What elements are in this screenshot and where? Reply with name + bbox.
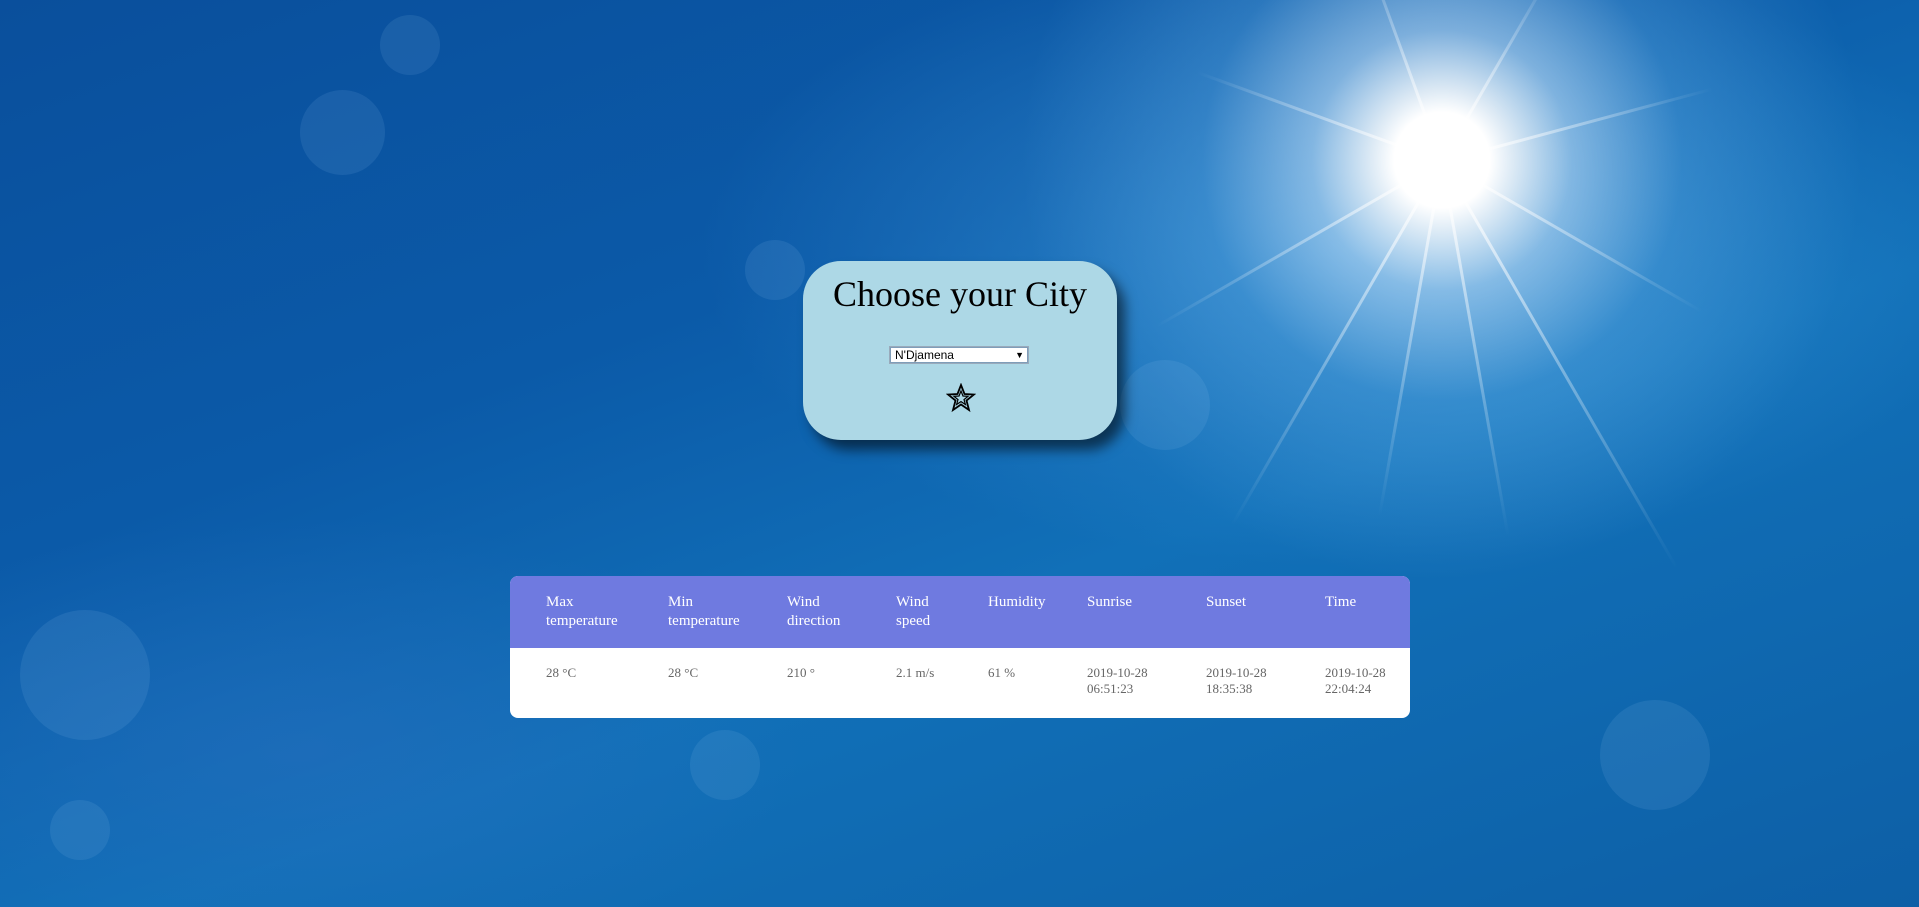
bokeh-light <box>1600 700 1710 810</box>
sun-ray <box>1440 161 1510 536</box>
header-label: Min temperature <box>668 594 740 629</box>
cell-value: 210 ° <box>787 665 815 680</box>
table-row: 28 °C 28 °C 210 ° 2.1 m/s 61 % 2019-10-2… <box>510 648 1410 718</box>
page-title: Choose your City <box>832 274 1087 314</box>
star-icon[interactable] <box>946 383 976 413</box>
cell-value: 28 °C <box>668 665 699 680</box>
cell-time: 2019-10-28 22:04:24 <box>1325 648 1410 718</box>
sun-ray <box>1230 160 1444 526</box>
header-sunrise: Sunrise <box>1087 576 1206 648</box>
city-select-value: N'Djamena <box>895 348 954 362</box>
cell-humidity: 61 % <box>988 648 1087 718</box>
sun-ray <box>1197 71 1443 163</box>
header-time: Time <box>1325 576 1410 648</box>
header-max-temperature: Max temperature <box>510 576 668 648</box>
cell-value: 28 °C <box>546 665 577 680</box>
sun-ray <box>1441 87 1713 163</box>
header-label: Sunrise <box>1087 594 1132 610</box>
bokeh-light <box>1120 360 1210 450</box>
header-label: Wind speed <box>896 594 931 629</box>
bokeh-light <box>300 90 385 175</box>
sun-ray <box>1358 0 1444 163</box>
bokeh-light <box>50 800 110 860</box>
city-chooser-card: Choose your City N'Djamena ▼ <box>803 261 1117 440</box>
triangle-down-icon: ▼ <box>1015 350 1024 360</box>
city-select[interactable]: N'Djamena ▼ <box>889 346 1029 364</box>
bokeh-light <box>690 730 760 800</box>
cell-value: 61 % <box>988 665 1016 680</box>
sun-ray <box>1378 161 1444 517</box>
cell-max-temperature: 28 °C <box>510 648 668 718</box>
bokeh-light <box>380 15 440 75</box>
cell-wind-direction: 210 ° <box>787 648 896 718</box>
cell-value: 2.1 m/s <box>896 665 935 680</box>
cell-wind-speed: 2.1 m/s <box>896 648 988 718</box>
cell-sunset: 2019-10-28 18:35:38 <box>1206 648 1325 718</box>
cell-value: 2019-10-28 22:04:24 <box>1325 665 1386 696</box>
table-header-row: Max temperature Min temperature Wind dir… <box>510 576 1410 648</box>
header-label: Sunset <box>1206 594 1247 610</box>
header-label: Wind direction <box>787 594 841 629</box>
weather-table: Max temperature Min temperature Wind dir… <box>510 576 1410 718</box>
sun-ray <box>1441 160 1703 313</box>
cell-value: 2019-10-28 18:35:38 <box>1206 665 1267 696</box>
cell-sunrise: 2019-10-28 06:51:23 <box>1087 648 1206 718</box>
header-label: Humidity <box>988 594 1046 610</box>
sun-ray <box>1440 160 1679 570</box>
header-humidity: Humidity <box>988 576 1087 648</box>
header-label: Time <box>1325 594 1357 610</box>
header-wind-direction: Wind direction <box>787 576 896 648</box>
header-sunset: Sunset <box>1206 576 1325 648</box>
sun-ray <box>1440 0 1554 163</box>
bokeh-light <box>745 240 805 300</box>
cell-min-temperature: 28 °C <box>668 648 787 718</box>
header-wind-speed: Wind speed <box>896 576 988 648</box>
header-min-temperature: Min temperature <box>668 576 787 648</box>
header-label: Max temperature <box>546 594 618 629</box>
sun-ray <box>1155 160 1443 328</box>
weather-table-card: Max temperature Min temperature Wind dir… <box>510 576 1410 718</box>
bokeh-light <box>20 610 150 740</box>
cell-value: 2019-10-28 06:51:23 <box>1087 665 1148 696</box>
